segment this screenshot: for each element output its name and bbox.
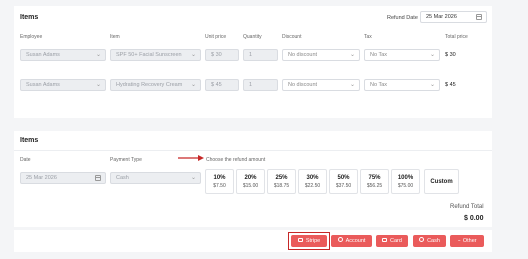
header-employee: Employee <box>20 34 43 40</box>
refund-total-label: Refund Total <box>450 204 484 210</box>
quantity-input[interactable]: 1 <box>243 49 278 61</box>
item-select[interactable]: SPF 50+ Facial Sunscreen ⌄ <box>110 49 201 61</box>
chevron-down-icon: ⌄ <box>429 82 435 88</box>
card-icon <box>297 237 303 242</box>
header-unit-price: Unit price <box>205 34 227 40</box>
refund-10-percent-button[interactable]: 10% $7.50 <box>205 169 234 194</box>
calendar-icon <box>95 175 101 181</box>
header-total-price: Total price <box>445 34 468 40</box>
refund-75-percent-button[interactable]: 75% $56.25 <box>360 169 389 194</box>
more-icon: ··· <box>457 238 460 244</box>
chevron-down-icon: ⌄ <box>429 52 435 58</box>
items-title: Items <box>20 14 39 21</box>
chevron-down-icon: ⌄ <box>95 52 101 58</box>
chevron-down-icon: ⌄ <box>95 82 101 88</box>
payment-type-label: Payment Type <box>110 157 142 163</box>
chevron-down-icon: ⌄ <box>190 82 196 88</box>
chevron-down-icon: ⌄ <box>190 175 196 181</box>
discount-select[interactable]: No discount ⌄ <box>282 79 360 91</box>
tax-select[interactable]: No Tax ⌄ <box>364 79 440 91</box>
card-icon <box>382 237 388 242</box>
refund-100-percent-button[interactable]: 100% $75.00 <box>391 169 420 194</box>
chevron-down-icon: ⌄ <box>349 82 355 88</box>
refund-date-label: Refund Date <box>387 15 418 21</box>
refund-items-title: Items <box>20 137 39 144</box>
unit-price-input[interactable]: $ 30 <box>205 49 239 61</box>
refund-30-percent-button[interactable]: 30% $22.50 <box>298 169 327 194</box>
row-total: $ 45 <box>445 82 456 88</box>
employee-select[interactable]: Susan Adams ⌄ <box>20 49 106 61</box>
account-button[interactable]: Account <box>331 235 372 247</box>
header-item: Item <box>110 34 120 40</box>
refund-custom-button[interactable]: Custom <box>424 169 459 194</box>
refund-date-input[interactable]: 25 Mar 2026 <box>420 11 487 23</box>
cash-icon <box>419 237 425 243</box>
account-icon <box>337 237 343 243</box>
refund-total-value: $ 0.00 <box>464 215 484 222</box>
choose-refund-amount-label: Choose the refund amount <box>206 157 266 163</box>
refund-25-percent-button[interactable]: 25% $18.75 <box>267 169 296 194</box>
chevron-down-icon: ⌄ <box>190 52 196 58</box>
date-input[interactable]: 25 Mar 2026 <box>20 172 106 184</box>
card-button[interactable]: Card <box>376 235 408 247</box>
row-total: $ 30 <box>445 52 456 58</box>
chevron-down-icon: ⌄ <box>349 52 355 58</box>
quantity-input[interactable]: 1 <box>243 79 278 91</box>
stripe-button[interactable]: Stripe <box>291 235 327 247</box>
other-button[interactable]: ··· Other <box>450 235 484 247</box>
refund-20-percent-button[interactable]: 20% $15.00 <box>236 169 265 194</box>
item-select[interactable]: Hydrating Recovery Cream ⌄ <box>110 79 201 91</box>
cash-button[interactable]: Cash <box>413 235 446 247</box>
header-quantity: Quantity <box>243 34 262 40</box>
header-tax: Tax <box>364 34 372 40</box>
discount-select[interactable]: No discount ⌄ <box>282 49 360 61</box>
refund-50-percent-button[interactable]: 50% $37.50 <box>329 169 358 194</box>
header-discount: Discount <box>282 34 302 40</box>
payment-type-select[interactable]: Cash ⌄ <box>110 172 201 184</box>
arrow-right-icon <box>178 155 204 161</box>
unit-price-input[interactable]: $ 45 <box>205 79 239 91</box>
calendar-icon <box>476 14 482 20</box>
tax-select[interactable]: No Tax ⌄ <box>364 49 440 61</box>
divider <box>14 150 492 151</box>
date-label: Date <box>20 157 31 163</box>
employee-select[interactable]: Susan Adams ⌄ <box>20 79 106 91</box>
